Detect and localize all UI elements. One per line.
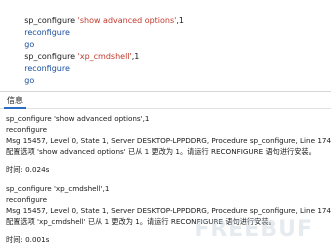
message-line: sp_configure 'show advanced options',1 [6, 114, 150, 123]
message-line: Msg 15457, Level 0, State 1, Server DESK… [6, 206, 331, 215]
code-line-1[interactable]: sp_configure 'show advanced options',1 [9, 3, 184, 25]
code-line-5[interactable]: reconfigure [9, 51, 70, 73]
watermark-logo: FREEBUF [194, 217, 313, 242]
message-line: 时间: 0.001s [6, 235, 50, 244]
code-keyword: go [24, 76, 35, 85]
result-tab-strip: 信息 [0, 92, 331, 109]
sql-editor[interactable]: sp_configure 'show advanced options',1 r… [0, 0, 331, 88]
message-line: 时间: 0.024s [6, 165, 50, 174]
code-token: ,1 [176, 16, 184, 25]
message-line: 配置选项 'show advanced options' 已从 1 更改为 1。… [6, 147, 316, 156]
code-token: ,1 [131, 52, 140, 61]
message-line: sp_configure 'xp_cmdshell',1 [6, 184, 110, 193]
query-window: sp_configure 'show advanced options',1 r… [0, 0, 331, 248]
message-line: reconfigure [6, 195, 47, 204]
code-line-6[interactable]: go [9, 63, 34, 85]
tab-messages[interactable]: 信息 [4, 94, 26, 109]
message-line: reconfigure [6, 125, 47, 134]
code-string: 'xp_cmdshell' [77, 52, 132, 61]
code-line-4[interactable]: sp_configure 'xp_cmdshell',1 [9, 39, 139, 61]
code-string: 'show advanced options' [77, 16, 177, 25]
code-line-2[interactable]: reconfigure [9, 15, 70, 37]
code-line-3[interactable]: go [9, 27, 34, 49]
message-line: Msg 15457, Level 0, State 1, Server DESK… [6, 136, 331, 145]
